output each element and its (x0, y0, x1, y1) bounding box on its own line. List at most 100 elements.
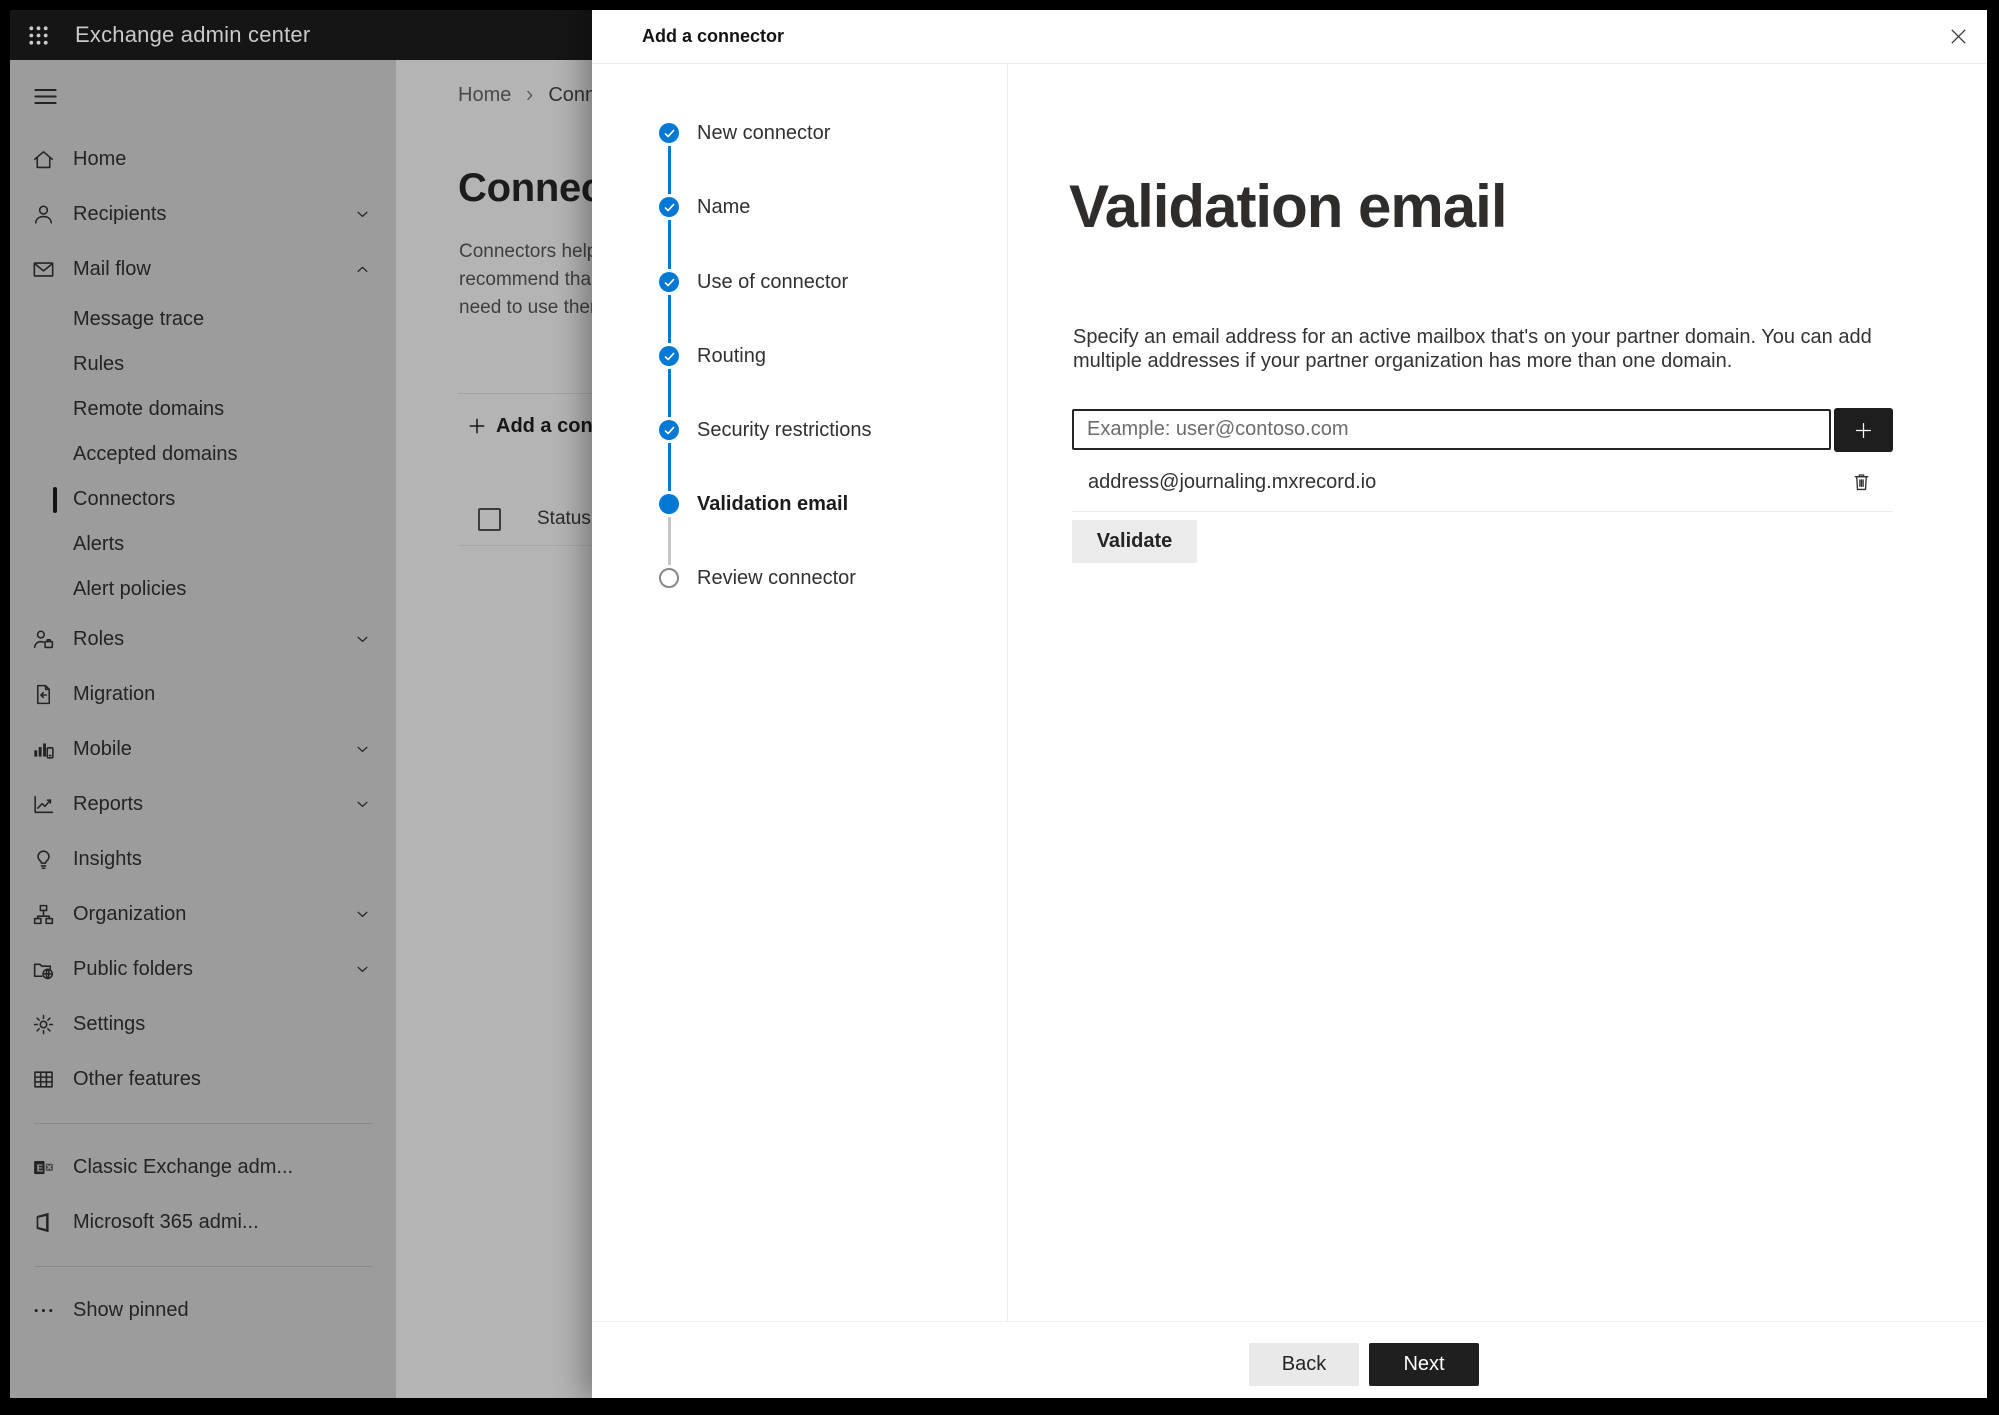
sidebar-item-insights[interactable]: Insights (10, 832, 396, 887)
description-line: multiple addresses if your partner organ… (1073, 350, 1733, 372)
sidebar-item-classic-exchange-admin[interactable]: E Classic Exchange adm... (10, 1140, 396, 1195)
step-use-of-connector[interactable]: Use of connector (659, 269, 848, 295)
stepper-line (668, 369, 671, 417)
sidebar-item-label: Roles (73, 628, 125, 650)
validation-email-address: address@journaling.mxrecord.io (1088, 471, 1377, 493)
ellipsis-icon (30, 1298, 56, 1324)
chevron-up-icon (355, 262, 370, 277)
sidebar-item-reports[interactable]: Reports (10, 777, 396, 832)
back-button[interactable]: Back (1249, 1343, 1359, 1386)
breadcrumb-home-link[interactable]: Home (458, 84, 511, 107)
sidebar-item-label: Alert policies (73, 578, 187, 600)
sidebar-item-rules[interactable]: Rules (10, 342, 396, 387)
sidebar-item-alert-policies[interactable]: Alert policies (10, 567, 396, 612)
step-label: Validation email (697, 492, 849, 515)
app-launcher-button[interactable] (13, 10, 63, 60)
sidebar-item-settings[interactable]: Settings (10, 997, 396, 1052)
stepper-line (668, 295, 671, 343)
step-complete-icon (659, 272, 679, 292)
chevron-down-icon (355, 207, 370, 222)
sidebar-item-microsoft-365-admin[interactable]: Microsoft 365 admi... (10, 1195, 396, 1250)
sidebar-item-other-features[interactable]: Other features (10, 1052, 396, 1107)
sidebar-item-label: Mobile (73, 738, 132, 760)
sidebar-item-recipients[interactable]: Recipients (10, 187, 396, 242)
home-icon (30, 147, 56, 173)
sidebar-item-organization[interactable]: Organization (10, 887, 396, 942)
chevron-down-icon (355, 632, 370, 647)
document-arrow-icon (30, 682, 56, 708)
person-briefcase-icon (30, 627, 56, 653)
add-connector-button[interactable]: Add a conn (467, 412, 605, 440)
step-upcoming-icon (659, 568, 679, 588)
intro-line: Connectors help (459, 241, 598, 262)
office-logo-icon (30, 1210, 56, 1236)
sidebar-item-message-trace[interactable]: Message trace (10, 297, 396, 342)
intro-line: need to use ther (459, 297, 597, 318)
sidebar-item-label: Show pinned (73, 1299, 189, 1321)
chevron-down-icon (355, 797, 370, 812)
app-screen: Exchange admin center Home Recipients Ma… (10, 10, 1987, 1398)
step-complete-icon (659, 346, 679, 366)
chart-phone-icon (30, 737, 56, 763)
line-chart-icon (30, 792, 56, 818)
step-complete-icon (659, 123, 679, 143)
validation-email-input[interactable] (1072, 409, 1831, 450)
select-all-checkbox[interactable] (478, 508, 501, 531)
step-review-connector[interactable]: Review connector (659, 565, 856, 591)
status-column-header[interactable]: Status (537, 508, 591, 530)
sidebar-item-migration[interactable]: Migration (10, 667, 396, 722)
stepper-line (668, 220, 671, 269)
sidebar-item-public-folders[interactable]: Public folders (10, 942, 396, 997)
step-label: Use of connector (697, 270, 849, 293)
sidebar-item-roles[interactable]: Roles (10, 612, 396, 667)
gear-icon (30, 1012, 56, 1038)
sidebar-item-alerts[interactable]: Alerts (10, 522, 396, 567)
step-new-connector[interactable]: New connector (659, 120, 830, 146)
step-routing[interactable]: Routing (659, 343, 766, 369)
sidebar-item-connectors[interactable]: Connectors (10, 477, 396, 522)
delete-address-button[interactable] (1848, 468, 1874, 494)
sidebar-item-label: Recipients (73, 203, 167, 225)
address-list-divider (1072, 511, 1893, 512)
app-title: Exchange admin center (75, 22, 311, 47)
breadcrumb: Home Conne (458, 84, 607, 107)
step-label: New connector (697, 121, 831, 144)
sidebar-item-remote-domains[interactable]: Remote domains (10, 387, 396, 432)
sidebar-item-label: Settings (73, 1013, 146, 1035)
grid-icon (30, 1067, 56, 1093)
close-icon (1950, 28, 1966, 44)
step-label: Name (697, 195, 751, 218)
step-validation-email[interactable]: Validation email (659, 491, 848, 517)
sidebar-divider (34, 1123, 372, 1124)
sidebar-item-accepted-domains[interactable]: Accepted domains (10, 432, 396, 477)
sidebar-item-home[interactable]: Home (10, 132, 396, 187)
sidebar-item-label: Public folders (73, 958, 194, 980)
sidebar-item-mail-flow[interactable]: Mail flow (10, 242, 396, 297)
step-label: Security restrictions (697, 418, 872, 441)
wizard-step-description: Specify an email address for an active m… (1073, 325, 1872, 373)
validate-button[interactable]: Validate (1072, 520, 1197, 563)
sidebar-item-label: Organization (73, 903, 187, 925)
add-email-button[interactable] (1834, 408, 1893, 452)
chevron-down-icon (355, 742, 370, 757)
add-connector-panel: Add a connector New connector Name Use o… (592, 10, 1987, 1398)
wizard-step-heading: Validation email (1069, 173, 1507, 240)
next-button[interactable]: Next (1369, 1343, 1479, 1386)
step-name[interactable]: Name (659, 194, 750, 220)
close-panel-button[interactable] (1945, 23, 1971, 49)
step-current-icon (659, 494, 679, 514)
step-complete-icon (659, 197, 679, 217)
step-security-restrictions[interactable]: Security restrictions (659, 417, 872, 443)
person-icon (30, 202, 56, 228)
sidebar-item-label: Classic Exchange adm... (73, 1156, 294, 1178)
sidebar-item-mobile[interactable]: Mobile (10, 722, 396, 777)
sidebar-item-label: Home (73, 148, 127, 170)
nav-collapse-button[interactable] (32, 83, 59, 110)
description-line: Specify an email address for an active m… (1073, 326, 1872, 348)
trash-icon (1854, 473, 1868, 490)
sidebar-item-show-pinned[interactable]: Show pinned (10, 1283, 396, 1338)
sidebar-item-label: Accepted domains (73, 443, 238, 465)
panel-header-divider (592, 63, 1987, 64)
sidebar-item-label: Mail flow (73, 258, 151, 280)
sidebar-divider (34, 1266, 372, 1267)
